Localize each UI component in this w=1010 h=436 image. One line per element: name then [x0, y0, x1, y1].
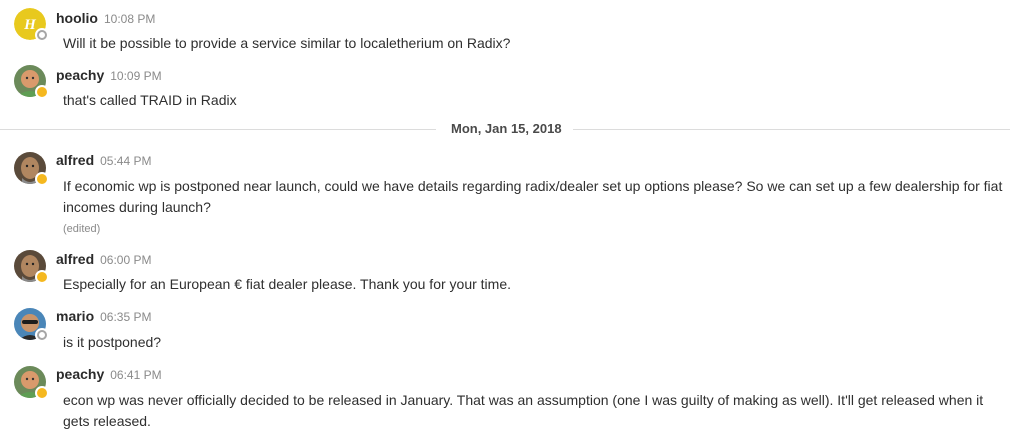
offline-status-icon [35, 328, 49, 342]
date-divider: Mon, Jan 15, 2018 [0, 121, 1010, 139]
timestamp: 06:00 PM [100, 253, 152, 267]
timestamp: 10:09 PM [110, 69, 162, 83]
message-text: that's called TRAID in Radix [63, 92, 237, 108]
offline-status-icon [35, 28, 49, 42]
divider-line [0, 129, 436, 130]
username[interactable]: hoolio [56, 10, 98, 26]
message-header: mario 06:35 PM [56, 308, 152, 326]
message-header: alfred 06:00 PM [56, 251, 152, 269]
message-text: Will it be possible to provide a service… [63, 35, 511, 51]
divider-line [573, 129, 1010, 130]
username[interactable]: alfred [56, 251, 94, 267]
message-text: econ wp was never officially decided to … [63, 392, 984, 429]
timestamp: 10:08 PM [104, 12, 156, 26]
away-status-icon [35, 270, 49, 284]
timestamp: 06:35 PM [100, 310, 152, 324]
avatar[interactable] [14, 366, 49, 400]
away-status-icon [35, 386, 49, 400]
avatar[interactable] [14, 308, 49, 342]
username[interactable]: alfred [56, 152, 94, 168]
avatar[interactable]: H [14, 8, 49, 42]
away-status-icon [35, 172, 49, 186]
username[interactable]: peachy [56, 67, 104, 83]
message-header: peachy 10:09 PM [56, 67, 162, 85]
username[interactable]: mario [56, 308, 94, 324]
timestamp: 05:44 PM [100, 154, 152, 168]
avatar[interactable] [14, 250, 49, 284]
message-header: alfred 05:44 PM [56, 152, 152, 170]
avatar[interactable] [14, 152, 49, 186]
date-divider-label: Mon, Jan 15, 2018 [451, 121, 562, 136]
message-header: hoolio 10:08 PM [56, 10, 155, 28]
away-status-icon [35, 85, 49, 99]
message-text: If economic wp is postponed near launch,… [63, 178, 1003, 215]
message-text: is it postponed? [63, 334, 162, 350]
username[interactable]: peachy [56, 366, 104, 382]
message-header: peachy 06:41 PM [56, 366, 162, 384]
edited-label: (edited) [63, 223, 101, 235]
avatar[interactable] [14, 65, 49, 99]
timestamp: 06:41 PM [110, 368, 162, 382]
message-text: Especially for an European € fiat dealer… [63, 276, 511, 292]
